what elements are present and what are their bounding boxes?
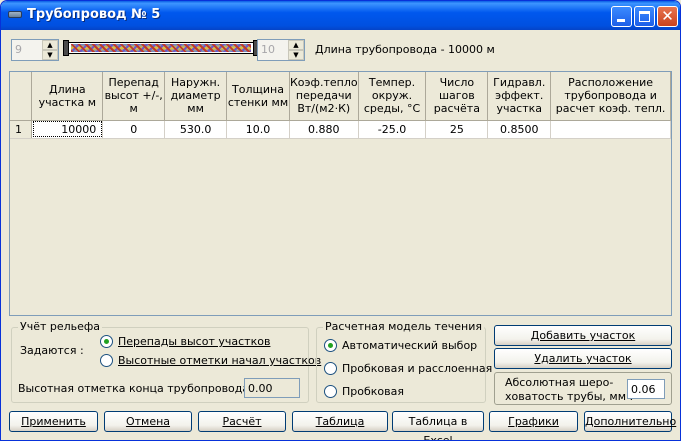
radio-selected-dot bbox=[104, 339, 109, 344]
radio-slug-stratified[interactable] bbox=[324, 362, 337, 375]
flow-model-legend: Расчетная модель течения bbox=[323, 320, 484, 333]
minimize-button[interactable] bbox=[611, 6, 632, 27]
segment-spin-left[interactable]: 9 ▲ ▼ bbox=[11, 39, 59, 61]
spin-down-icon[interactable]: ▼ bbox=[288, 50, 304, 60]
calculate-button[interactable]: Расчёт bbox=[198, 411, 286, 432]
table-row[interactable]: 1 10000 0 530.0 10.0 0.880 -25.0 25 0.85… bbox=[10, 120, 671, 139]
radio-start-marks-label[interactable]: Высотные отметки начал участков bbox=[118, 354, 321, 367]
table-header-row: Длина участка м Перепад высот +/-, м Нар… bbox=[10, 72, 671, 121]
radio-height-diffs-label[interactable]: Перепады высот участков bbox=[118, 335, 270, 348]
cell-wall-thickness[interactable]: 10.0 bbox=[226, 120, 290, 139]
header-height-diff[interactable]: Перепад высот +/-, м bbox=[102, 72, 166, 121]
header-corner bbox=[10, 72, 33, 121]
cell-outer-diameter[interactable]: 530.0 bbox=[164, 120, 228, 139]
spin-up-icon[interactable]: ▲ bbox=[288, 40, 304, 50]
pipe-segment-slider[interactable] bbox=[63, 40, 259, 56]
graphs-button[interactable]: Графики bbox=[489, 411, 578, 432]
header-heat-transfer[interactable]: Коэф.тепло передачи Вт/(м2·К) bbox=[289, 72, 359, 121]
pipe-app-icon bbox=[8, 11, 22, 18]
spin-left-value: 9 bbox=[15, 43, 22, 56]
cell-ambient-temp[interactable]: -25.0 bbox=[358, 120, 427, 139]
radio-slug-label[interactable]: Пробковая bbox=[342, 385, 404, 398]
delete-segment-button[interactable]: Удалить участок bbox=[494, 348, 672, 369]
spin-up-icon[interactable]: ▲ bbox=[42, 40, 58, 50]
spin-right-value: 10 bbox=[261, 43, 275, 56]
title-bar[interactable]: Трубопровод № 5 ✕ bbox=[1, 1, 680, 30]
header-outer-diameter[interactable]: Наружн. диаметр мм bbox=[164, 72, 228, 121]
maximize-button[interactable] bbox=[634, 6, 655, 27]
segment-spin-right[interactable]: 10 ▲ ▼ bbox=[257, 39, 305, 61]
minimize-icon bbox=[617, 19, 625, 22]
header-calc-steps[interactable]: Число шагов расчёта bbox=[425, 72, 489, 121]
header-ambient-temp[interactable]: Темпер. окруж. среды, °С bbox=[358, 72, 427, 121]
pipeline-length-label: Длина трубопровода - 10000 м bbox=[315, 43, 495, 56]
spin-down-icon[interactable]: ▼ bbox=[42, 50, 58, 60]
close-button[interactable]: ✕ bbox=[657, 6, 678, 27]
cell-heat-transfer[interactable]: 0.880 bbox=[289, 120, 359, 139]
relief-set-label: Задаются : bbox=[20, 344, 84, 357]
apply-button[interactable]: Применить bbox=[9, 411, 98, 432]
end-height-label: Высотная отметка конца трубопровода, м : bbox=[18, 382, 272, 395]
end-height-input[interactable]: 0.00 bbox=[244, 378, 300, 398]
cell-length[interactable]: 10000 bbox=[31, 120, 104, 139]
radio-auto-label[interactable]: Автоматический выбор bbox=[342, 339, 477, 352]
radio-auto[interactable] bbox=[324, 339, 337, 352]
excel-table-button[interactable]: Таблица в Excel bbox=[392, 411, 484, 440]
roughness-label-line2: ховатость трубы, мм : bbox=[505, 390, 634, 403]
additional-button[interactable]: Дополнительно bbox=[584, 411, 676, 432]
table-button[interactable]: Таблица bbox=[292, 411, 388, 432]
radio-height-diffs[interactable] bbox=[100, 335, 113, 348]
add-segment-button[interactable]: Добавить участок bbox=[494, 325, 672, 346]
window-title: Трубопровод № 5 bbox=[27, 7, 161, 22]
header-location[interactable]: Расположение трубопровода и расчет коэф.… bbox=[550, 72, 671, 121]
header-hydraulic-eff[interactable]: Гидравл. эффект. участка bbox=[487, 72, 552, 121]
cell-location[interactable] bbox=[550, 120, 671, 139]
radio-start-marks[interactable] bbox=[100, 354, 113, 367]
radio-slug[interactable] bbox=[324, 385, 337, 398]
close-icon: ✕ bbox=[661, 7, 674, 25]
radio-selected-dot bbox=[328, 343, 333, 348]
slider-left-cap bbox=[63, 40, 69, 56]
cell-calc-steps[interactable]: 25 bbox=[425, 120, 489, 139]
pipe-segment-fill bbox=[71, 44, 251, 52]
header-wall-thickness[interactable]: Толщина стенки мм bbox=[226, 72, 290, 121]
radio-slug-stratified-label[interactable]: Пробковая и расслоенная bbox=[342, 362, 492, 375]
pipeline-window: Трубопровод № 5 ✕ 9 ▲ ▼ 10 ▲ ▼ Длина тру… bbox=[0, 0, 681, 441]
segments-table[interactable]: Длина участка м Перепад высот +/-, м Нар… bbox=[9, 71, 672, 316]
cell-height-diff[interactable]: 0 bbox=[102, 120, 166, 139]
cancel-button[interactable]: Отмена bbox=[104, 411, 192, 432]
row-number[interactable]: 1 bbox=[10, 120, 33, 139]
cell-hydraulic-eff[interactable]: 0.8500 bbox=[487, 120, 552, 139]
relief-legend: Учёт рельефа bbox=[18, 320, 103, 333]
header-length[interactable]: Длина участка м bbox=[31, 72, 104, 121]
maximize-icon bbox=[639, 11, 650, 22]
roughness-input[interactable]: 0.06 bbox=[627, 379, 665, 399]
roughness-label-line1: Абсолютная шеро- bbox=[505, 376, 614, 389]
